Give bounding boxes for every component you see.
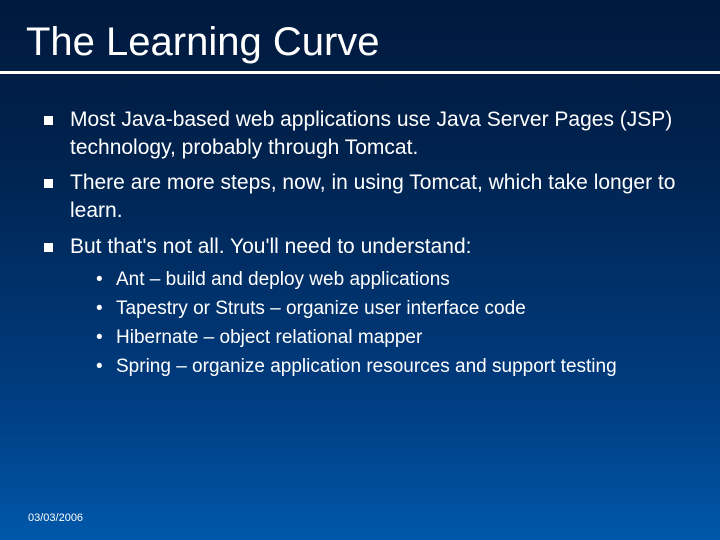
sub-bullet-text: Ant – build and deploy web applications — [116, 269, 450, 290]
sub-bullet-text: Hibernate – object relational mapper — [116, 327, 422, 348]
bullet-item: Most Java-based web applications use Jav… — [40, 106, 680, 161]
sub-bullet-text: Spring – organize application resources … — [116, 356, 617, 377]
sub-bullet-item: Spring – organize application resources … — [96, 354, 680, 379]
bullet-text: Most Java-based web applications use Jav… — [70, 108, 672, 159]
sub-bullet-item: Tapestry or Struts – organize user inter… — [96, 296, 680, 321]
sub-bullet-text: Tapestry or Struts – organize user inter… — [116, 298, 526, 319]
sub-bullet-list: Ant – build and deploy web applications … — [70, 267, 680, 379]
slide-content: Most Java-based web applications use Jav… — [0, 74, 720, 379]
sub-bullet-item: Hibernate – object relational mapper — [96, 325, 680, 350]
slide-date: 03/03/2006 — [28, 512, 83, 524]
bullet-item: There are more steps, now, in using Tomc… — [40, 169, 680, 224]
sub-bullet-item: Ant – build and deploy web applications — [96, 267, 680, 292]
bullet-item: But that's not all. You'll need to under… — [40, 233, 680, 379]
bullet-text: But that's not all. You'll need to under… — [70, 235, 471, 258]
slide-title: The Learning Curve — [0, 0, 720, 71]
bullet-text: There are more steps, now, in using Tomc… — [70, 171, 675, 222]
bullet-list: Most Java-based web applications use Jav… — [40, 106, 680, 379]
